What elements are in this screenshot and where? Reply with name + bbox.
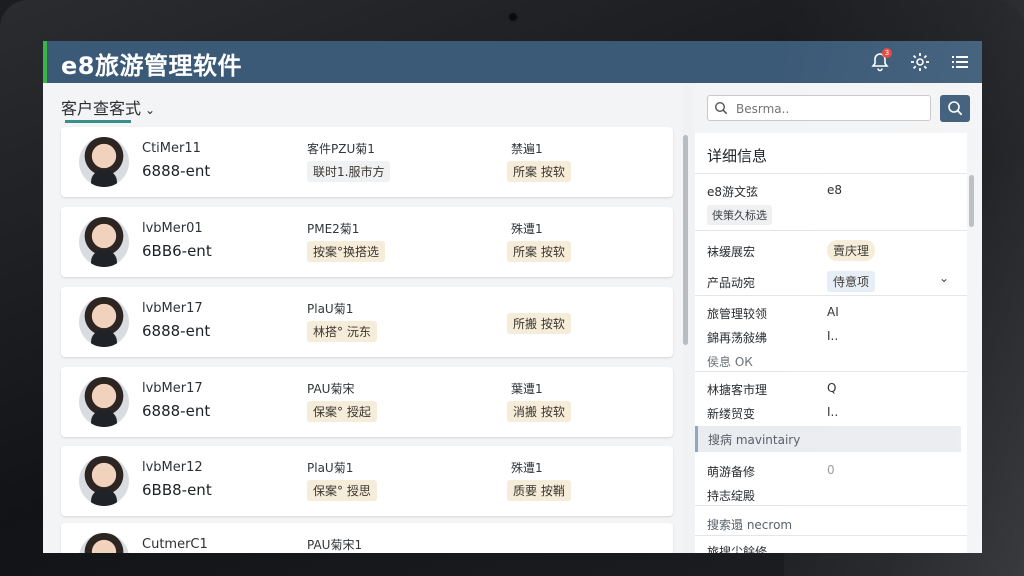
status-label: 禁遍1 (511, 142, 543, 156)
service-tag: 按案°换搭选 (307, 241, 386, 262)
avatar (79, 533, 129, 553)
search-icon (948, 101, 963, 116)
service-tag: 林搭° 沅东 (307, 321, 377, 342)
app-window: e8旅游管理软件 3 客户查客式 ⌄ CtiMer11 6888-ent 客件PZ… (43, 41, 982, 553)
detail-label: 旅搜尘餘修 (707, 545, 768, 553)
app-title: e8旅游管理软件 (61, 52, 242, 80)
divider (695, 371, 967, 372)
status-tag: 质要 按鞘 (507, 480, 571, 501)
customer-card[interactable]: lvbMer17 6888-ent PlaU菊1 林搭° 沅东 所搬 按软 (61, 287, 673, 357)
avatar (79, 217, 129, 267)
divider (695, 535, 967, 536)
detail-label: 旅管理较领 (707, 307, 768, 321)
divider (695, 505, 967, 506)
divider (695, 295, 967, 296)
detail-label: 袜缓展宏 (707, 245, 756, 259)
dropdown-label: 客户查客式 (61, 99, 142, 118)
detail-value: AI (827, 305, 839, 319)
status-tag: 所案 按软 (507, 161, 571, 182)
avatar (79, 137, 129, 187)
customer-code: 6888-ent (142, 402, 211, 420)
avatar (79, 377, 129, 427)
details-panel: 详细信息 e8游文弦 e8 侠策久标选 袜缓展宏 賣庆理 产品动宛 侍意项 ⌄ … (695, 83, 982, 553)
detail-label: 侯息 ОК (707, 355, 753, 369)
status-label: 殊遭1 (511, 222, 543, 236)
service-tag: 保案° 授思 (307, 480, 377, 501)
detail-value: e8 (827, 183, 843, 197)
title-bar: e8旅游管理软件 3 (43, 41, 982, 83)
activity-row[interactable]: 搜病 mavintairy (695, 426, 961, 452)
detail-label: 新缕贸变 (707, 407, 756, 421)
customer-card[interactable]: lvbMer12 6BB8-ent PlaU菊1 保案° 授思 殊遭1 质要 按… (61, 446, 673, 516)
status-label: 殊遭1 (511, 461, 543, 475)
customer-code: 6888-ent (142, 162, 211, 180)
detail-label: 萌游备修 (707, 465, 756, 479)
customer-view-dropdown[interactable]: 客户查客式 ⌄ (61, 95, 155, 119)
avatar (79, 456, 129, 506)
customer-name: lvbMer01 (142, 221, 203, 236)
details-scrollbar[interactable] (969, 175, 974, 227)
list-scrollbar[interactable] (683, 135, 688, 345)
chevron-down-icon[interactable]: ⌄ (939, 271, 949, 285)
route-label: PME2菊1 (307, 222, 360, 236)
detail-value: I.. (827, 405, 839, 419)
detail-label: e8游文弦 (707, 185, 759, 199)
customer-name: CutmerC1 (142, 537, 208, 552)
customer-name: CtiMer11 (142, 141, 201, 156)
customer-card[interactable]: CutmerC1 PAU菊宋1 (61, 523, 673, 553)
detail-label: 搜索遢 necrom (707, 518, 793, 532)
menu-list-icon[interactable] (949, 51, 971, 73)
customer-card[interactable]: lvbMer01 6BB6-ent PME2菊1 按案°换搭选 殊遭1 所案 按… (61, 207, 673, 277)
customer-list-panel: 客户查客式 ⌄ CtiMer11 6888-ent 客件PZU菊1 联时1.服市方… (43, 83, 688, 553)
divider (695, 173, 967, 174)
search-button[interactable] (940, 95, 970, 122)
customer-card[interactable]: lvbMer17 6888-ent PAU菊宋 保案° 授起 葉遭1 消搬 按软 (61, 367, 673, 437)
detail-value: Q (827, 381, 837, 395)
divider (695, 230, 967, 231)
route-label: PlaU菊1 (307, 461, 354, 475)
webcam-icon (508, 12, 518, 22)
route-label: 客件PZU菊1 (307, 142, 375, 156)
detail-value: I.. (827, 329, 839, 343)
detail-tag: 侠策久标选 (707, 205, 772, 225)
route-label: PlaU菊1 (307, 302, 354, 316)
gear-icon[interactable] (909, 51, 931, 73)
search-icon (714, 101, 728, 115)
customer-card[interactable]: CtiMer11 6888-ent 客件PZU菊1 联时1.服市方 禁遍1 所案… (61, 127, 673, 197)
avatar (79, 297, 129, 347)
detail-label: 林搪客市理 (707, 383, 768, 397)
service-tag: 保案° 授起 (307, 401, 377, 422)
detail-label: 产品动宛 (707, 276, 756, 290)
product-select[interactable]: 侍意项 (827, 271, 876, 292)
status-tag: 所案 按软 (507, 241, 571, 262)
customer-code: 6BB8-ent (142, 481, 212, 499)
status-label: 葉遭1 (511, 382, 543, 396)
notification-badge: 3 (882, 48, 892, 58)
route-label: PAU菊宋 (307, 382, 355, 396)
chevron-down-icon: ⌄ (145, 103, 156, 117)
detail-label: 錦再荡敍绋 (707, 331, 768, 345)
detail-label: 持志绽殿 (707, 489, 756, 503)
bell-icon[interactable]: 3 (869, 48, 892, 73)
activity-label: 搜病 mavintairy (708, 433, 801, 447)
customer-code: 6BB6-ent (142, 242, 212, 260)
customer-name: lvbMer12 (142, 460, 203, 475)
status-tag: 所搬 按软 (507, 313, 571, 334)
search-field[interactable] (707, 95, 931, 121)
customer-code: 6888-ent (142, 322, 211, 340)
detail-pill: 賣庆理 (827, 240, 876, 261)
service-tag: 联时1.服市方 (307, 161, 391, 182)
customer-name: lvbMer17 (142, 381, 203, 396)
detail-value: 0 (827, 463, 835, 477)
details-title: 详细信息 (707, 147, 768, 165)
customer-name: lvbMer17 (142, 301, 203, 316)
route-label: PAU菊宋1 (307, 538, 363, 552)
search-input[interactable] (734, 99, 928, 119)
tab-indicator (65, 120, 131, 123)
details-card: 详细信息 e8游文弦 e8 侠策久标选 袜缓展宏 賣庆理 产品动宛 侍意项 ⌄ … (695, 133, 967, 553)
status-tag: 消搬 按软 (507, 401, 571, 422)
